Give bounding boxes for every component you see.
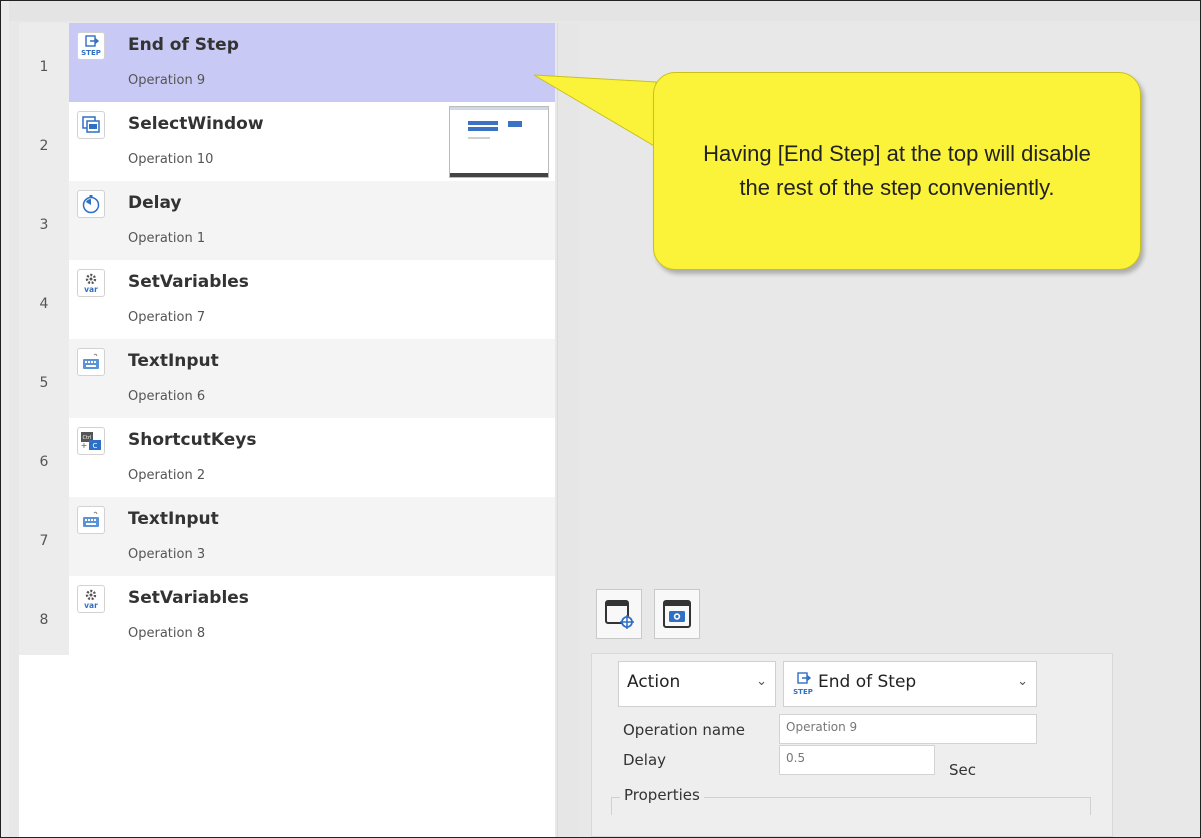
- app-window: 1 STEP End of Step Operation 9 2 SelectW…: [0, 0, 1201, 838]
- row-number: 8: [19, 576, 69, 655]
- list-item[interactable]: 4 var SetVariables Operation 7: [19, 260, 555, 339]
- operation-list: 1 STEP End of Step Operation 9 2 SelectW…: [19, 23, 555, 837]
- row-body: TextInput Operation 6: [69, 339, 555, 418]
- operation-name-label: Operation name: [623, 721, 745, 739]
- list-item[interactable]: 1 STEP End of Step Operation 9: [19, 23, 555, 102]
- row-title: TextInput: [128, 351, 219, 371]
- row-body: var SetVariables Operation 8: [69, 576, 555, 655]
- svg-text:+: +: [81, 441, 88, 450]
- callout-note: Having [End Step] at the top will disabl…: [653, 72, 1141, 270]
- row-title: SetVariables: [128, 272, 249, 292]
- delay-field[interactable]: 0.5: [779, 745, 935, 775]
- timer-icon: [77, 190, 105, 218]
- row-number: 4: [19, 260, 69, 339]
- svg-text:STEP: STEP: [81, 49, 101, 57]
- row-body: Delay Operation 1: [69, 181, 555, 260]
- camera-icon: [663, 600, 691, 628]
- action-type-select[interactable]: STEP End of Step ⌄: [783, 661, 1037, 707]
- delay-unit-label: Sec: [949, 761, 976, 779]
- row-number: 5: [19, 339, 69, 418]
- row-body: TextInput Operation 3: [69, 497, 555, 576]
- action-type-value: End of Step: [818, 672, 917, 692]
- action-category-select[interactable]: Action ⌄: [618, 661, 776, 707]
- list-item[interactable]: 5 TextInput Operation 6: [19, 339, 555, 418]
- end-of-step-icon: STEP: [792, 671, 814, 702]
- row-subtitle: Operation 1: [128, 231, 206, 246]
- keyboard-icon: [77, 348, 105, 376]
- row-body: var SetVariables Operation 7: [69, 260, 555, 339]
- properties-group: Properties: [611, 786, 1091, 815]
- list-item[interactable]: 2 SelectWindow Operation 10: [19, 102, 555, 181]
- row-subtitle: Operation 10: [128, 152, 214, 167]
- action-category-value: Action: [627, 672, 681, 692]
- properties-group-label: Properties: [620, 786, 704, 804]
- row-body: SelectWindow Operation 10: [69, 102, 555, 181]
- svg-text:var: var: [84, 601, 98, 610]
- list-item[interactable]: 6 Ctrl + C ShortcutKeys Operation 2: [19, 418, 555, 497]
- chevron-down-icon: ⌄: [756, 674, 767, 689]
- row-body: STEP End of Step Operation 9: [69, 23, 555, 102]
- operation-rows: 1 STEP End of Step Operation 9 2 SelectW…: [19, 23, 555, 655]
- row-number: 6: [19, 418, 69, 497]
- keyboard-icon: [77, 506, 105, 534]
- list-item[interactable]: 3 Delay Operation 1: [19, 181, 555, 260]
- row-title: SelectWindow: [128, 114, 264, 134]
- row-number: 3: [19, 181, 69, 260]
- left-strip: [1, 1, 9, 837]
- list-item[interactable]: 7 TextInput Operation 3: [19, 497, 555, 576]
- callout-text: Having [End Step] at the top will disabl…: [703, 141, 1091, 200]
- row-subtitle: Operation 9: [128, 73, 206, 88]
- operation-name-field[interactable]: Operation 9: [779, 714, 1037, 744]
- delay-label: Delay: [623, 751, 667, 769]
- set-variables-icon: var: [77, 585, 105, 613]
- row-title: SetVariables: [128, 588, 249, 608]
- row-body: Ctrl + C ShortcutKeys Operation 2: [69, 418, 555, 497]
- window-crosshair-icon: [605, 600, 634, 629]
- screenshot-button[interactable]: [654, 589, 700, 639]
- svg-text:var: var: [84, 285, 98, 294]
- row-subtitle: Operation 6: [128, 389, 206, 404]
- row-number: 1: [19, 23, 69, 102]
- list-item[interactable]: 8 var SetVariables Operation 8: [19, 576, 555, 655]
- set-variables-icon: var: [77, 269, 105, 297]
- row-subtitle: Operation 7: [128, 310, 206, 325]
- top-strip: [1, 1, 1200, 21]
- row-title: Delay: [128, 193, 182, 213]
- row-number: 7: [19, 497, 69, 576]
- row-subtitle: Operation 2: [128, 468, 206, 483]
- shortcut-keys-icon: Ctrl + C: [77, 427, 105, 455]
- callout-pointer: [533, 74, 657, 148]
- chevron-down-icon: ⌄: [1017, 674, 1028, 689]
- row-title: End of Step: [128, 35, 239, 55]
- select-window-icon: [77, 111, 105, 139]
- capture-target-button[interactable]: [596, 589, 642, 639]
- end-of-step-icon: STEP: [77, 32, 105, 60]
- row-title: ShortcutKeys: [128, 430, 257, 450]
- row-subtitle: Operation 8: [128, 626, 206, 641]
- svg-text:STEP: STEP: [793, 688, 813, 696]
- svg-text:C: C: [93, 442, 98, 450]
- row-title: TextInput: [128, 509, 219, 529]
- row-subtitle: Operation 3: [128, 547, 206, 562]
- row-number: 2: [19, 102, 69, 181]
